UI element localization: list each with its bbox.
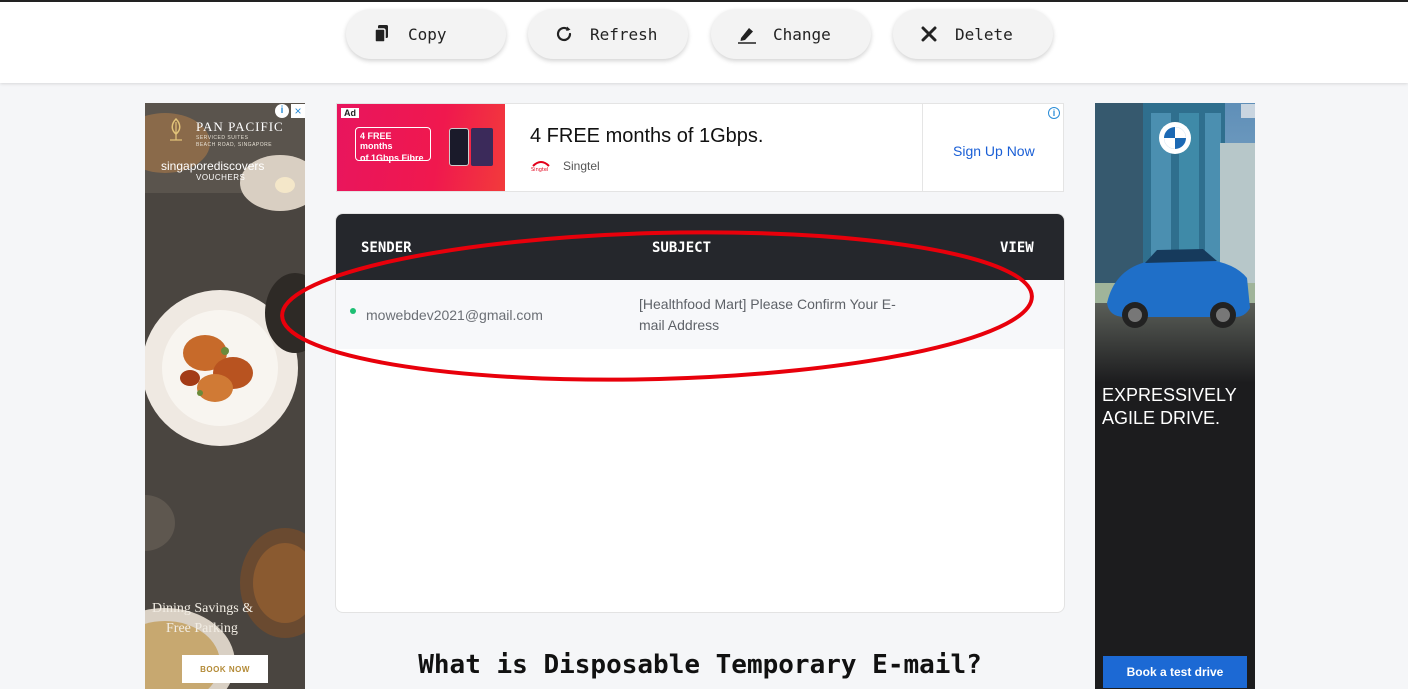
banner-line-1: 4 FREE months (360, 131, 393, 151)
brand-name: PAN PACIFIC (196, 119, 284, 134)
copy-icon (372, 24, 392, 44)
ad-image: Ad 4 FREE months of 1Gbps Fibre (337, 104, 505, 191)
email-sender[interactable]: mowebdev2021@gmail.com (366, 307, 543, 323)
brand-sub2: BEACH ROAD, SINGAPORE (196, 142, 273, 148)
copy-button[interactable]: Copy (346, 9, 506, 59)
top-banner-ad[interactable]: Ad 4 FREE months of 1Gbps Fibre 4 FREE m… (336, 103, 1064, 192)
svg-text:Singtel: Singtel (531, 167, 548, 172)
campaign-sub: VOUCHERS (196, 173, 246, 182)
ad-headline-1: EXPRESSIVELY (1102, 385, 1237, 405)
pen-icon (737, 24, 757, 44)
inbox-table: SENDER SUBJECT VIEW mowebdev2021@gmail.c… (335, 213, 1065, 613)
ad-divider (922, 104, 923, 191)
phone-graphic (449, 128, 469, 166)
delete-button[interactable]: Delete (893, 9, 1053, 59)
left-skyscraper-ad[interactable]: i × PAN PACIFIC SERVICED SUITES BEACH RO… (145, 103, 305, 689)
top-toolbar: Copy Refresh Change Delete (0, 0, 1408, 83)
ad-close-icon[interactable] (1241, 104, 1255, 118)
unread-dot (350, 308, 356, 314)
ad-badge: Ad (341, 108, 359, 118)
info-icon[interactable]: i (275, 104, 289, 118)
book-test-drive-label: Book a test drive (1126, 665, 1224, 679)
banner-line-2: of 1Gbps Fibre (360, 153, 424, 163)
refresh-button[interactable]: Refresh (528, 9, 688, 59)
advertiser-name: Singtel (563, 159, 600, 173)
ad-headline: 4 FREE months of 1Gbps. (530, 125, 764, 147)
section-heading: What is Disposable Temporary E-mail? (418, 650, 982, 680)
column-header-view: VIEW (1000, 240, 1034, 256)
box-graphic (471, 128, 493, 166)
copy-label: Copy (408, 24, 447, 44)
singtel-logo: Singtel (530, 158, 552, 173)
ad-close-icon[interactable]: × (291, 104, 305, 118)
email-row[interactable]: mowebdev2021@gmail.com [Healthfood Mart]… (336, 280, 1064, 349)
book-now-label: BOOK NOW (200, 664, 250, 674)
info-icon[interactable]: i (1048, 107, 1060, 119)
ad-headline-2: AGILE DRIVE. (1102, 408, 1221, 428)
pan-pacific-logo (167, 117, 185, 142)
column-header-subject: SUBJECT (652, 240, 712, 256)
brand-sub1: SERVICED SUITES (196, 135, 249, 141)
right-skyscraper-ad[interactable]: EXPRESSIVELY AGILE DRIVE. Book a test dr… (1095, 103, 1255, 689)
sign-up-now-link[interactable]: Sign Up Now (953, 143, 1035, 159)
ad-tagline-1: Dining Savings & (152, 601, 254, 616)
email-subject[interactable]: [Healthfood Mart] Please Confirm Your E-… (639, 294, 909, 336)
refresh-icon (554, 24, 574, 44)
ad-tagline-2: Free Parking (166, 621, 238, 636)
refresh-label: Refresh (590, 24, 658, 44)
close-icon (919, 24, 939, 44)
inbox-header: SENDER SUBJECT VIEW (336, 214, 1064, 280)
campaign-name: singaporediscovers (161, 159, 265, 173)
change-label: Change (773, 24, 831, 44)
book-now-button[interactable]: BOOK NOW (182, 655, 268, 683)
delete-label: Delete (955, 24, 1013, 44)
change-button[interactable]: Change (711, 9, 871, 59)
offer-box: 4 FREE months of 1Gbps Fibre (355, 127, 431, 163)
column-header-sender: SENDER (361, 240, 412, 256)
book-test-drive-button[interactable]: Book a test drive (1103, 656, 1247, 688)
